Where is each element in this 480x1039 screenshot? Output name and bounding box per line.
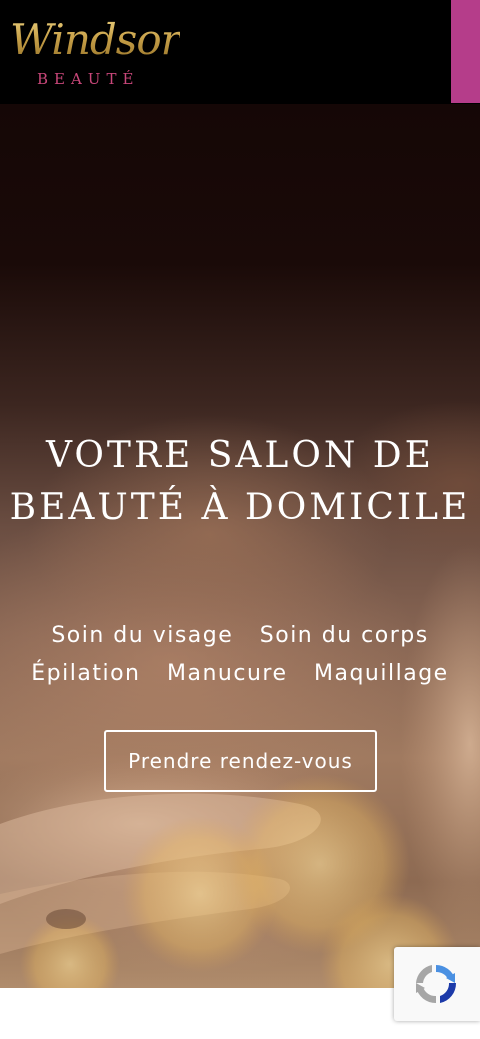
hero-title-line-2: BEAUTÉ À DOMICILE [9,487,471,528]
site-header: Windsor BEAUTÉ [0,0,480,104]
logo[interactable]: Windsor BEAUTÉ [10,12,181,92]
hero-background-image [0,544,480,988]
hero-banner: VOTRE SALON DE BEAUTÉ À DOMICILE Soin du… [0,104,480,988]
services-list: Soin du visage Soin du corps Épilation M… [0,617,480,693]
hero-title-line-1: VOTRE SALON DE [46,435,434,476]
service-item: Maquillage [314,661,449,686]
service-item: Épilation [31,661,141,686]
service-item: Soin du visage [51,623,234,648]
logo-subtitle: BEAUTÉ [37,70,140,88]
logo-wordmark: Windsor [10,12,181,68]
services-row: Soin du visage Soin du corps [0,617,480,655]
services-row: Épilation Manucure Maquillage [0,655,480,693]
service-item: Soin du corps [259,623,429,648]
page: Windsor BEAUTÉ VOTRE SALON DE BEAUTÉ À D… [0,0,480,1039]
book-appointment-button[interactable]: Prendre rendez-vous [104,730,377,792]
recaptcha-badge[interactable] [394,947,480,1021]
recaptcha-icon [416,965,457,1004]
hero-title: VOTRE SALON DE BEAUTÉ À DOMICILE [0,430,480,534]
service-item: Manucure [167,661,288,686]
menu-toggle-button[interactable] [451,0,480,103]
